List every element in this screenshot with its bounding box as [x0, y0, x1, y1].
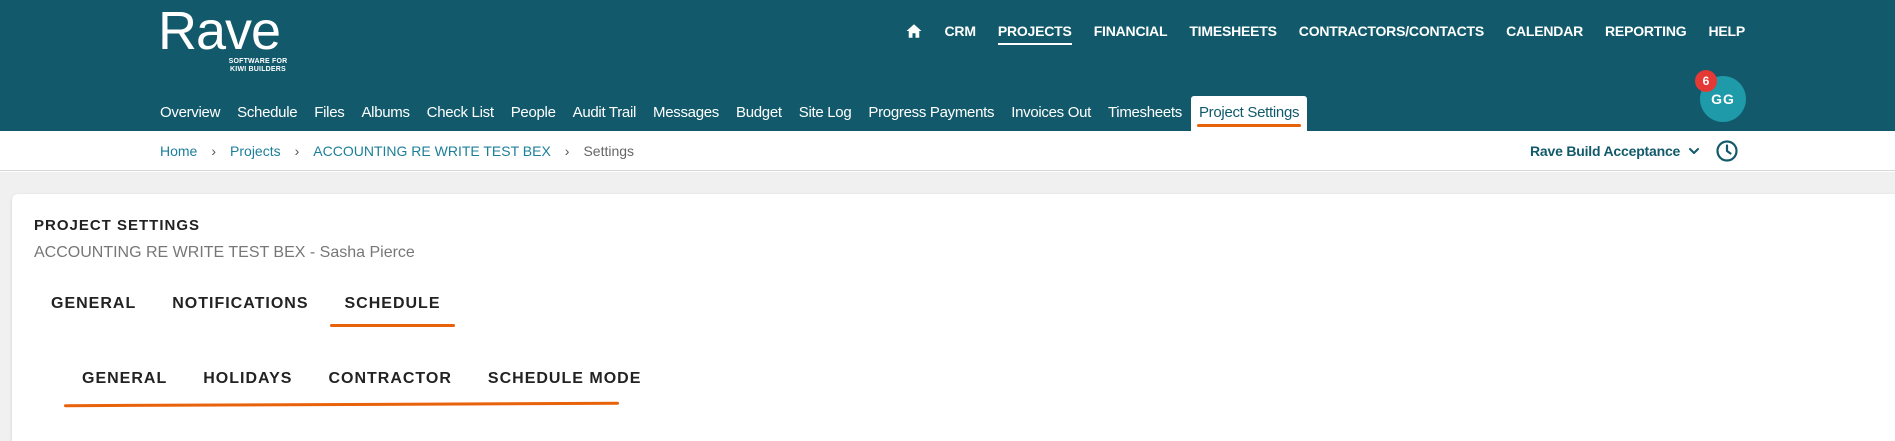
nav-financial[interactable]: FINANCIAL	[1094, 23, 1168, 39]
breadcrumb-separator-icon: ›	[564, 143, 570, 159]
project-nav-overview[interactable]: Overview	[160, 96, 220, 121]
project-nav-timesheets[interactable]: Timesheets	[1108, 96, 1182, 121]
home-icon[interactable]	[905, 22, 923, 40]
page-subtitle: ACCOUNTING RE WRITE TEST BEX - Sasha Pie…	[34, 244, 415, 261]
nav-crm[interactable]: CRM	[945, 23, 976, 39]
breadcrumb-separator-icon: ›	[211, 143, 217, 159]
project-nav-project-settings[interactable]: Project Settings	[1190, 96, 1308, 131]
tab-general[interactable]: GENERAL	[34, 289, 153, 331]
project-nav-files[interactable]: Files	[314, 96, 344, 121]
project-nav-messages[interactable]: Messages	[653, 96, 719, 121]
breadcrumb-home[interactable]: Home	[160, 143, 197, 159]
project-nav-progress-payments[interactable]: Progress Payments	[868, 96, 994, 121]
project-nav-audit-trail[interactable]: Audit Trail	[573, 96, 637, 121]
nav-calendar[interactable]: CALENDAR	[1506, 23, 1583, 39]
rave-logo[interactable]: Rave SOFTWARE FOR KIWI BUILDERS	[158, 4, 298, 74]
project-nav-check-list[interactable]: Check List	[427, 96, 494, 121]
notification-badge: 6	[1695, 70, 1717, 92]
schedule-tab-schedule-mode[interactable]: SCHEDULE MODE	[470, 364, 659, 402]
schedule-tabs: GENERAL HOLIDAYS CONTRACTOR SCHEDULE MOD…	[64, 364, 659, 402]
breadcrumb-projects[interactable]: Projects	[230, 143, 281, 159]
nav-reporting[interactable]: REPORTING	[1605, 23, 1687, 39]
company-selector-label: Rave Build Acceptance	[1530, 143, 1681, 159]
project-nav-budget[interactable]: Budget	[736, 96, 782, 121]
project-nav-site-log[interactable]: Site Log	[799, 96, 852, 121]
schedule-tabs-underline	[63, 401, 620, 408]
nav-projects[interactable]: PROJECTS	[997, 23, 1072, 45]
project-settings-card: PROJECT SETTINGS ACCOUNTING RE WRITE TES…	[12, 194, 1895, 441]
brand-name: Rave	[158, 1, 281, 61]
clock-icon[interactable]	[1715, 139, 1739, 163]
breadcrumb-bar: Home › Projects › ACCOUNTING RE WRITE TE…	[0, 131, 1895, 171]
top-header: Rave SOFTWARE FOR KIWI BUILDERS CRM PROJ…	[0, 0, 1895, 131]
breadcrumb: Home › Projects › ACCOUNTING RE WRITE TE…	[160, 143, 634, 159]
page-title: PROJECT SETTINGS	[34, 217, 201, 234]
brand-tagline: SOFTWARE FOR KIWI BUILDERS	[228, 58, 288, 73]
project-nav-invoices-out[interactable]: Invoices Out	[1011, 96, 1091, 121]
nav-contractors-contacts[interactable]: CONTRACTORS/CONTACTS	[1299, 23, 1484, 39]
tab-notifications[interactable]: NOTIFICATIONS	[155, 289, 325, 331]
breadcrumb-project[interactable]: ACCOUNTING RE WRITE TEST BEX	[313, 143, 551, 159]
project-nav-albums[interactable]: Albums	[361, 96, 410, 121]
schedule-tab-holidays[interactable]: HOLIDAYS	[185, 364, 310, 402]
project-nav-schedule[interactable]: Schedule	[237, 96, 297, 121]
breadcrumb-separator-icon: ›	[294, 143, 300, 159]
project-nav: Overview Schedule Files Albums Check Lis…	[160, 96, 1324, 131]
chevron-down-icon	[1689, 148, 1700, 154]
nav-help[interactable]: HELP	[1708, 23, 1745, 39]
project-nav-people[interactable]: People	[511, 96, 556, 121]
settings-tabs: GENERAL NOTIFICATIONS SCHEDULE	[34, 289, 460, 331]
breadcrumb-current: Settings	[583, 143, 635, 159]
schedule-tab-contractor[interactable]: CONTRACTOR	[310, 364, 469, 402]
nav-timesheets[interactable]: TIMESHEETS	[1189, 23, 1277, 39]
tab-schedule[interactable]: SCHEDULE	[327, 289, 457, 331]
schedule-tab-general[interactable]: GENERAL	[64, 364, 185, 402]
company-selector[interactable]: Rave Build Acceptance	[1530, 143, 1700, 159]
main-nav: CRM PROJECTS FINANCIAL TIMESHEETS CONTRA…	[905, 20, 1745, 45]
